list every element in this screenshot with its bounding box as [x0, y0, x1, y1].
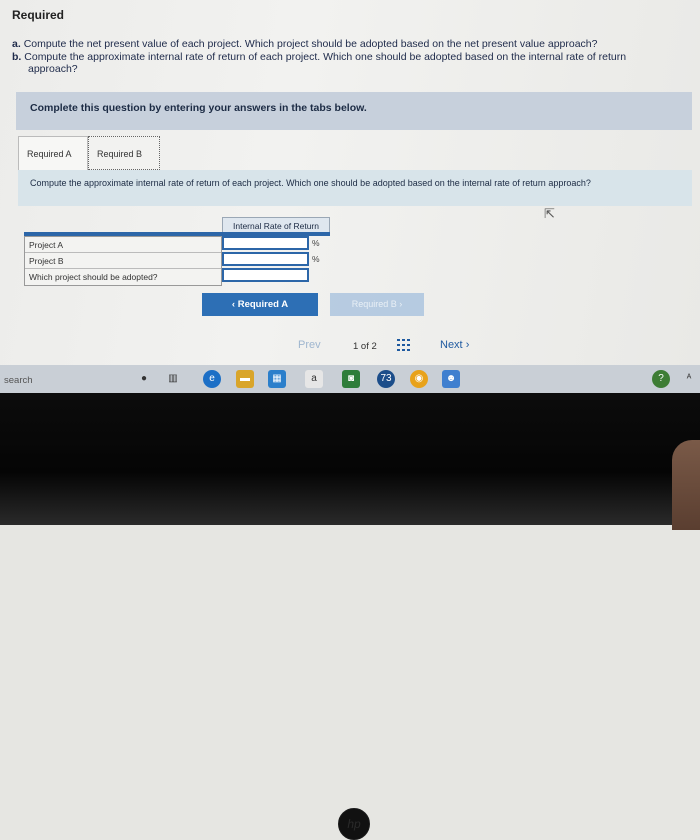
instructions-banner: Complete this question by entering your … [16, 92, 692, 130]
app-circle-icon[interactable]: ◉ [410, 370, 428, 388]
next-label: Next [440, 339, 463, 351]
page-indicator: 1 of 2 [353, 341, 377, 352]
forward-button-label: Required B [351, 299, 397, 309]
taskbar-search[interactable]: search [4, 375, 33, 386]
question-b-text: Compute the approximate internal rate of… [24, 51, 627, 63]
back-required-a-button[interactable]: ‹ Required A [202, 293, 318, 316]
chevron-right-icon: › [396, 299, 403, 309]
tab-required-a[interactable]: Required A [18, 136, 88, 170]
store-icon[interactable]: ▦ [268, 370, 286, 388]
required-heading: Required [12, 8, 65, 22]
row-labels: Project A Project B Which project should… [24, 236, 222, 286]
amazon-icon[interactable]: a [305, 370, 323, 388]
tab-required-b[interactable]: Required B [88, 136, 160, 170]
help-icon[interactable]: ? [652, 370, 670, 388]
question-a-text: Compute the net present value of each pr… [23, 38, 598, 50]
irr-inputs: % % [222, 236, 330, 286]
row-label-project-a: Project A [25, 237, 221, 253]
task-view-icon[interactable]: ▥ [164, 370, 182, 388]
irr-project-a-input[interactable] [222, 236, 309, 250]
next-link[interactable]: Next › [440, 339, 469, 351]
hp-logo: hp [338, 808, 370, 840]
irr-project-b-input[interactable] [222, 252, 309, 266]
question-b-continued: approach? [28, 63, 78, 75]
microphone-icon[interactable]: ● [135, 370, 153, 388]
notification-badge[interactable]: 73 [377, 370, 395, 388]
finger-in-frame [672, 440, 700, 530]
badge-count: 73 [380, 373, 392, 384]
laptop-bezel: hp [0, 393, 700, 840]
chevron-right-icon: › [465, 339, 470, 351]
question-b-prefix: b. [12, 51, 22, 63]
adopt-project-select[interactable] [222, 268, 309, 282]
people-icon[interactable]: ☻ [442, 370, 460, 388]
prev-link[interactable]: Prev [298, 339, 321, 351]
taskbar: search ● ▥ e ▬ ▦ a ◙ 73 ◉ ☻ ? ᴬ [0, 365, 700, 393]
row-label-adopt: Which project should be adopted? [29, 272, 158, 282]
mouse-cursor-icon: ⇱ [544, 206, 555, 221]
question-a: a. Compute the net present value of each… [12, 38, 697, 51]
row-label-project-b: Project B [25, 253, 221, 269]
assignment-page: Required a. Compute the net present valu… [0, 0, 700, 365]
forward-required-b-button[interactable]: Required B › [330, 293, 424, 316]
system-tray-icon[interactable]: ᴬ [680, 370, 698, 388]
grid-icon[interactable] [397, 339, 411, 351]
back-button-label: Required A [237, 299, 289, 310]
file-explorer-icon[interactable]: ▬ [236, 370, 254, 388]
tab-instruction: Compute the approximate internal rate of… [18, 170, 692, 206]
edge-browser-icon[interactable]: e [203, 370, 221, 388]
question-a-prefix: a. [12, 38, 21, 50]
photos-icon[interactable]: ◙ [342, 370, 360, 388]
percent-unit-a: % [312, 238, 320, 248]
percent-unit-b: % [312, 254, 320, 264]
